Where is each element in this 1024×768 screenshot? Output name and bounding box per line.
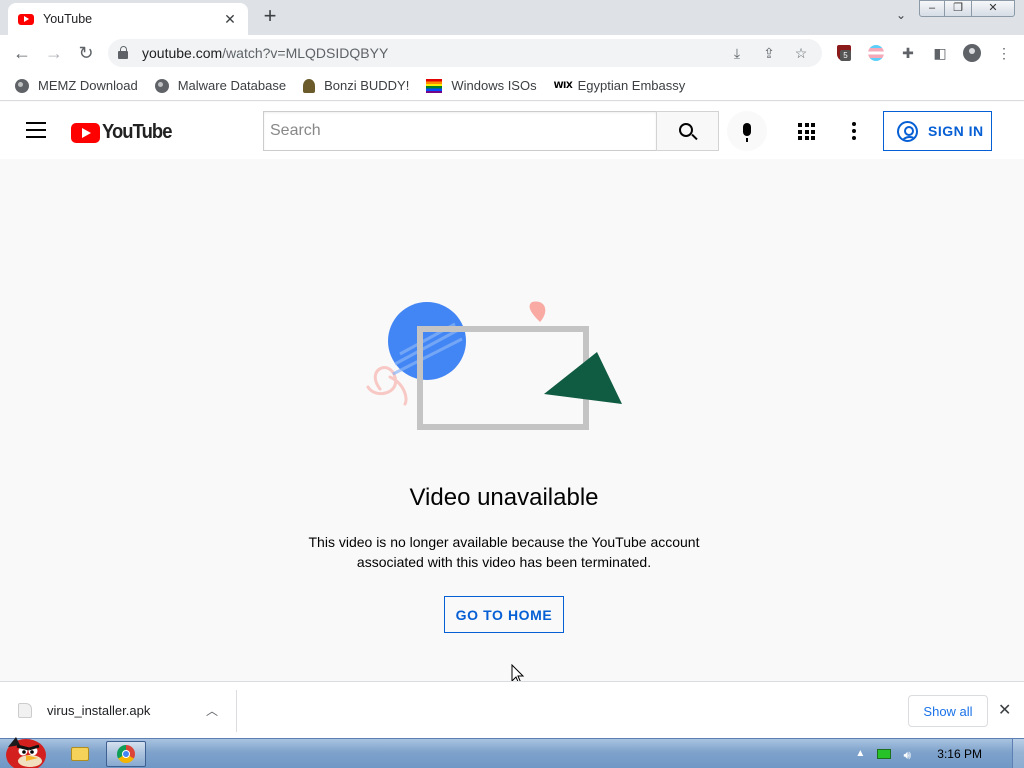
puzzle-extensions-icon[interactable]: ✚ bbox=[896, 41, 920, 65]
share-icon[interactable]: ⇪ bbox=[758, 43, 780, 63]
download-shelf: virus_installer.apk ︿ Show all ✕ bbox=[0, 681, 1024, 738]
sign-in-label: SIGN IN bbox=[928, 123, 984, 139]
bookmark-label: Egyptian Embassy bbox=[577, 78, 686, 93]
bookmark-malware-database[interactable]: Malware Database bbox=[154, 78, 287, 93]
restore-button[interactable]: ❐ bbox=[944, 0, 972, 17]
forward-arrow-icon[interactable]: → bbox=[42, 41, 66, 65]
youtube-header: YouTube SIGN IN bbox=[0, 102, 1024, 159]
angry-bird-start-icon[interactable] bbox=[2, 731, 48, 768]
show-hidden-icons-icon[interactable]: ▲ bbox=[853, 747, 867, 761]
tab-search-chevron-icon[interactable]: ⌄ bbox=[896, 8, 906, 22]
system-tray: ▲ 🔊︎ 3:16 PM bbox=[853, 739, 1024, 768]
chrome-menu-icon[interactable]: ⋮ bbox=[992, 41, 1016, 65]
file-icon bbox=[18, 702, 32, 718]
sign-in-button[interactable]: SIGN IN bbox=[883, 111, 992, 151]
folder-icon bbox=[71, 747, 89, 761]
chrome-icon bbox=[117, 745, 135, 763]
url-path: /watch?v=MLQDSIDQBYY bbox=[222, 45, 389, 61]
taskbar-chrome[interactable] bbox=[106, 741, 146, 767]
lock-icon[interactable] bbox=[118, 46, 128, 59]
menu-hamburger-icon[interactable] bbox=[26, 122, 46, 138]
tab-title: YouTube bbox=[43, 12, 93, 26]
search-input[interactable] bbox=[263, 111, 656, 151]
new-tab-button[interactable]: + bbox=[258, 5, 282, 29]
window-close-button[interactable]: ✕ bbox=[971, 0, 1015, 17]
bookmark-label: Malware Database bbox=[177, 78, 287, 93]
bookmark-label: Windows ISOs bbox=[451, 78, 537, 93]
pink-squiggle-shape bbox=[366, 366, 408, 406]
volume-icon[interactable]: 🔊︎ bbox=[901, 748, 913, 762]
voice-search-button[interactable] bbox=[727, 111, 767, 151]
bookmark-memz-download[interactable]: MEMZ Download bbox=[15, 78, 138, 93]
minimize-button[interactable]: – bbox=[919, 0, 945, 17]
unavailable-illustration bbox=[366, 301, 622, 430]
rainbow-flag-icon bbox=[426, 78, 443, 93]
bookmark-star-icon[interactable]: ☆ bbox=[790, 43, 812, 63]
error-title: Video unavailable bbox=[409, 484, 599, 511]
url-host: youtube.com bbox=[142, 45, 223, 61]
windows-taskbar: ▲ 🔊︎ 3:16 PM bbox=[0, 737, 1024, 768]
side-panel-icon[interactable]: ◧ bbox=[928, 41, 952, 65]
globe-icon bbox=[154, 78, 169, 93]
youtube-play-logo-icon bbox=[71, 122, 100, 143]
tab-youtube[interactable]: YouTube ✕ bbox=[8, 3, 248, 35]
download-file-name: virus_installer.apk bbox=[47, 702, 151, 718]
close-shelf-icon[interactable]: ✕ bbox=[998, 700, 1011, 720]
settings-more-icon[interactable] bbox=[852, 122, 856, 140]
search-icon bbox=[679, 122, 693, 137]
globe-icon bbox=[15, 78, 29, 93]
bookmark-label: MEMZ Download bbox=[38, 78, 138, 93]
taskbar-explorer[interactable] bbox=[60, 741, 100, 767]
youtube-logo-text: YouTube bbox=[102, 121, 172, 143]
bookmarks-bar: MEMZ Download Malware Database Bonzi BUD… bbox=[0, 71, 1024, 101]
blue-circle-shape bbox=[388, 302, 466, 380]
pink-leaf-shape bbox=[529, 301, 546, 322]
wix-icon: WIX bbox=[553, 80, 573, 91]
download-item[interactable]: virus_installer.apk bbox=[18, 682, 150, 738]
search-button[interactable] bbox=[656, 111, 719, 151]
youtube-logo[interactable]: YouTube bbox=[71, 121, 178, 144]
flag-extension-icon[interactable] bbox=[864, 41, 888, 65]
go-to-home-button[interactable]: GO TO HOME bbox=[444, 596, 564, 633]
ublock-extension-icon[interactable]: 5 bbox=[832, 41, 856, 65]
tab-strip: YouTube ✕ + ⌄ – ❐ ✕ bbox=[0, 0, 1024, 35]
apps-grid-icon[interactable] bbox=[798, 123, 815, 140]
youtube-favicon-icon bbox=[18, 13, 34, 25]
divider bbox=[236, 690, 237, 732]
battery-icon[interactable] bbox=[877, 749, 892, 759]
tab-close-icon[interactable]: ✕ bbox=[222, 11, 238, 28]
show-all-button[interactable]: Show all bbox=[908, 695, 988, 727]
reload-icon[interactable]: ↻ bbox=[74, 41, 98, 65]
account-circle-icon bbox=[897, 120, 918, 142]
extensions-area: 5 ✚ ◧ ⋮ bbox=[832, 41, 1016, 65]
microphone-icon bbox=[743, 122, 751, 142]
browser-toolbar: ← → ↻ youtube.com/watch?v=MLQDSIDQBYY ⤓ … bbox=[0, 35, 1024, 71]
bonzi-icon bbox=[303, 78, 316, 93]
back-arrow-icon[interactable]: ← bbox=[10, 41, 34, 65]
taskbar-clock[interactable]: 3:16 PM bbox=[937, 747, 982, 761]
bookmark-egyptian-embassy[interactable]: WIX Egyptian Embassy bbox=[554, 78, 686, 93]
profile-avatar-icon[interactable] bbox=[960, 41, 984, 65]
bookmark-label: Bonzi BUDDY! bbox=[324, 78, 410, 93]
error-message: This video is no longer available becaus… bbox=[308, 534, 700, 570]
search-bar bbox=[263, 111, 719, 151]
address-bar[interactable]: youtube.com/watch?v=MLQDSIDQBYY ⤓ ⇪ ☆ bbox=[108, 39, 822, 67]
bookmark-bonzi-buddy[interactable]: Bonzi BUDDY! bbox=[303, 78, 409, 93]
bookmark-windows-isos[interactable]: Windows ISOs bbox=[426, 78, 537, 93]
extension-badge: 5 bbox=[840, 50, 851, 61]
chevron-up-icon[interactable]: ︿ bbox=[206, 702, 218, 718]
install-app-icon[interactable]: ⤓ bbox=[726, 43, 748, 63]
video-unavailable-panel: Video unavailable This video is no longe… bbox=[0, 159, 1024, 681]
window-controls: – ❐ ✕ bbox=[919, 0, 1015, 17]
show-desktop-button[interactable] bbox=[1012, 739, 1024, 768]
